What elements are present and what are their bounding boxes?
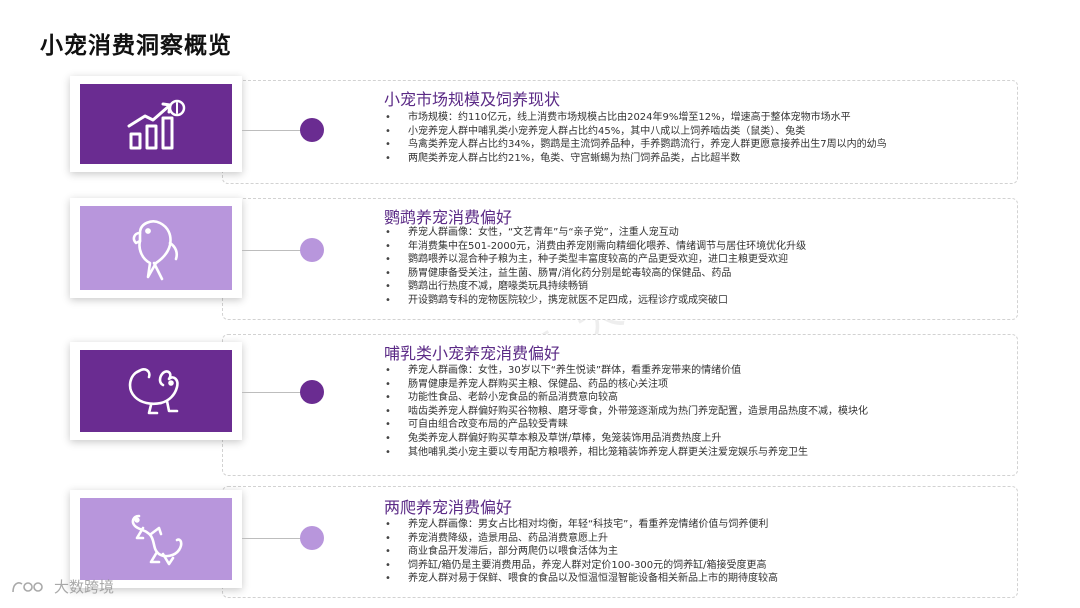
bullet-item: 其他哺乳类小宠主要以专用配方粮喂养，相比笼箱装饰养宠人群更关注爱宠娱乐与养宠卫生 — [384, 446, 868, 460]
bullet-item: 饲养缸/箱仍是主要消费用品，养宠人群对定价100-300元的饲养缸/箱接受度更高 — [384, 559, 778, 573]
bullet-item: 开设鹦鹉专科的宠物医院较少，携宠就医不足四成，远程诊疗或成突破口 — [384, 294, 806, 308]
footer-logo: 大数跨境 — [10, 576, 114, 597]
bullet-item: 可自由组合改变布局的产品较受青睐 — [384, 418, 868, 432]
chinchilla-icon — [128, 368, 179, 415]
connector-line — [242, 130, 302, 131]
bullet-item: 年消费集中在501-2000元，消费由养宠刚需向精细化喂养、情绪调节与居住环境优… — [384, 240, 806, 254]
section-title: 小宠市场规模及饲养现状 — [384, 90, 561, 109]
section-bullets: 养宠人群画像：女性，“文艺青年”与“亲子党”，注重人宠互动 年消费集中在501-… — [384, 226, 806, 308]
page-title: 小宠消费洞察概览 — [40, 33, 232, 59]
footer-logo-text: 大数跨境 — [54, 578, 115, 596]
bullet-item: 养宠人群画像：女性，30岁以下“养生悦读”群体，看重养宠带来的情绪价值 — [384, 364, 868, 378]
bullet-item: 市场规模：约110亿元，线上消费市场规模占比由2024年9%增至12%，增速高于… — [384, 111, 887, 125]
section-thumb-market — [70, 76, 242, 172]
bullet-item: 兔类养宠人群偏好购买草本粮及草饼/草棒，兔笼装饰用品消费热度上升 — [384, 432, 868, 446]
connector-line — [242, 250, 302, 251]
connector-line — [242, 538, 302, 539]
bullet-item: 肠胃健康备受关注，益生菌、肠胃/消化药分别是蛇毒较高的保健品、药品 — [384, 267, 806, 281]
bullet-item: 小宠养宠人群中哺乳类小宠养宠人群占比约45%，其中八成以上饲养啮齿类（鼠类）、兔… — [384, 125, 887, 139]
bullet-item: 两爬类养宠人群占比约21%，龟类、守宫蜥蜴为热门饲养品类，占比超半数 — [384, 152, 887, 166]
section-bullets: 养宠人群画像：男女占比相对均衡，年轻“科技宅”，看重养宠情绪价值与饲养便利 养宠… — [384, 518, 778, 586]
section-title: 哺乳类小宠养宠消费偏好 — [384, 344, 561, 363]
section-dot — [300, 238, 324, 262]
section-thumb-reptile — [70, 490, 242, 588]
growth-chart-icon — [127, 99, 186, 150]
section-dot — [300, 526, 324, 550]
bullet-item: 商业食品开发滞后，部分两爬仍以喂食活体为主 — [384, 545, 778, 559]
bullet-item: 养宠人群画像：男女占比相对均衡，年轻“科技宅”，看重养宠情绪价值与饲养便利 — [384, 518, 778, 532]
section-dot — [300, 118, 324, 142]
bullet-item: 啮齿类养宠人群偏好购买谷物粮、磨牙零食，外带笼逐渐成为热门养宠配置，造景用品热度… — [384, 405, 868, 419]
connector-line — [242, 392, 302, 393]
bullet-item: 鹦鹉喂养以混合种子粮为主，种子类型丰富度较高的产品更受欢迎，进口主粮更受欢迎 — [384, 253, 806, 267]
section-dot — [300, 380, 324, 404]
bullet-item: 养宠人群对易于保鲜、喂食的食品以及恒温恒湿智能设备相关新品上市的期待度较高 — [384, 572, 778, 586]
bullet-item: 养宠人群画像：女性，“文艺青年”与“亲子党”，注重人宠互动 — [384, 226, 806, 240]
bullet-item: 养宠消费降级，造景用品、药品消费意愿上升 — [384, 532, 778, 546]
section-title: 鹦鹉养宠消费偏好 — [384, 208, 513, 227]
section-bullets: 养宠人群画像：女性，30岁以下“养生悦读”群体，看重养宠带来的情绪价值 肠胃健康… — [384, 364, 868, 459]
section-thumb-mammal — [70, 342, 242, 440]
bullet-item: 鹦鹉出行热度不减，磨喙类玩具持续畅销 — [384, 280, 806, 294]
bullet-item: 鸟禽类养宠人群占比约34%，鹦鹉是主流饲养品种，手养鹦鹉流行，养宠人群更愿意接养… — [384, 138, 887, 152]
section-thumb-parrot — [70, 198, 242, 298]
section-bullets: 市场规模：约110亿元，线上消费市场规模占比由2024年9%增至12%，增速高于… — [384, 111, 887, 165]
gecko-icon — [131, 514, 183, 566]
parrot-icon — [132, 220, 179, 281]
bullet-item: 功能性食品、老龄小宠食品的新品消费意向较高 — [384, 391, 868, 405]
brand-logo-icon — [12, 581, 43, 592]
bullet-item: 肠胃健康是养宠人群购买主粮、保健品、药品的核心关注项 — [384, 378, 868, 392]
section-title: 两爬养宠消费偏好 — [384, 498, 513, 517]
